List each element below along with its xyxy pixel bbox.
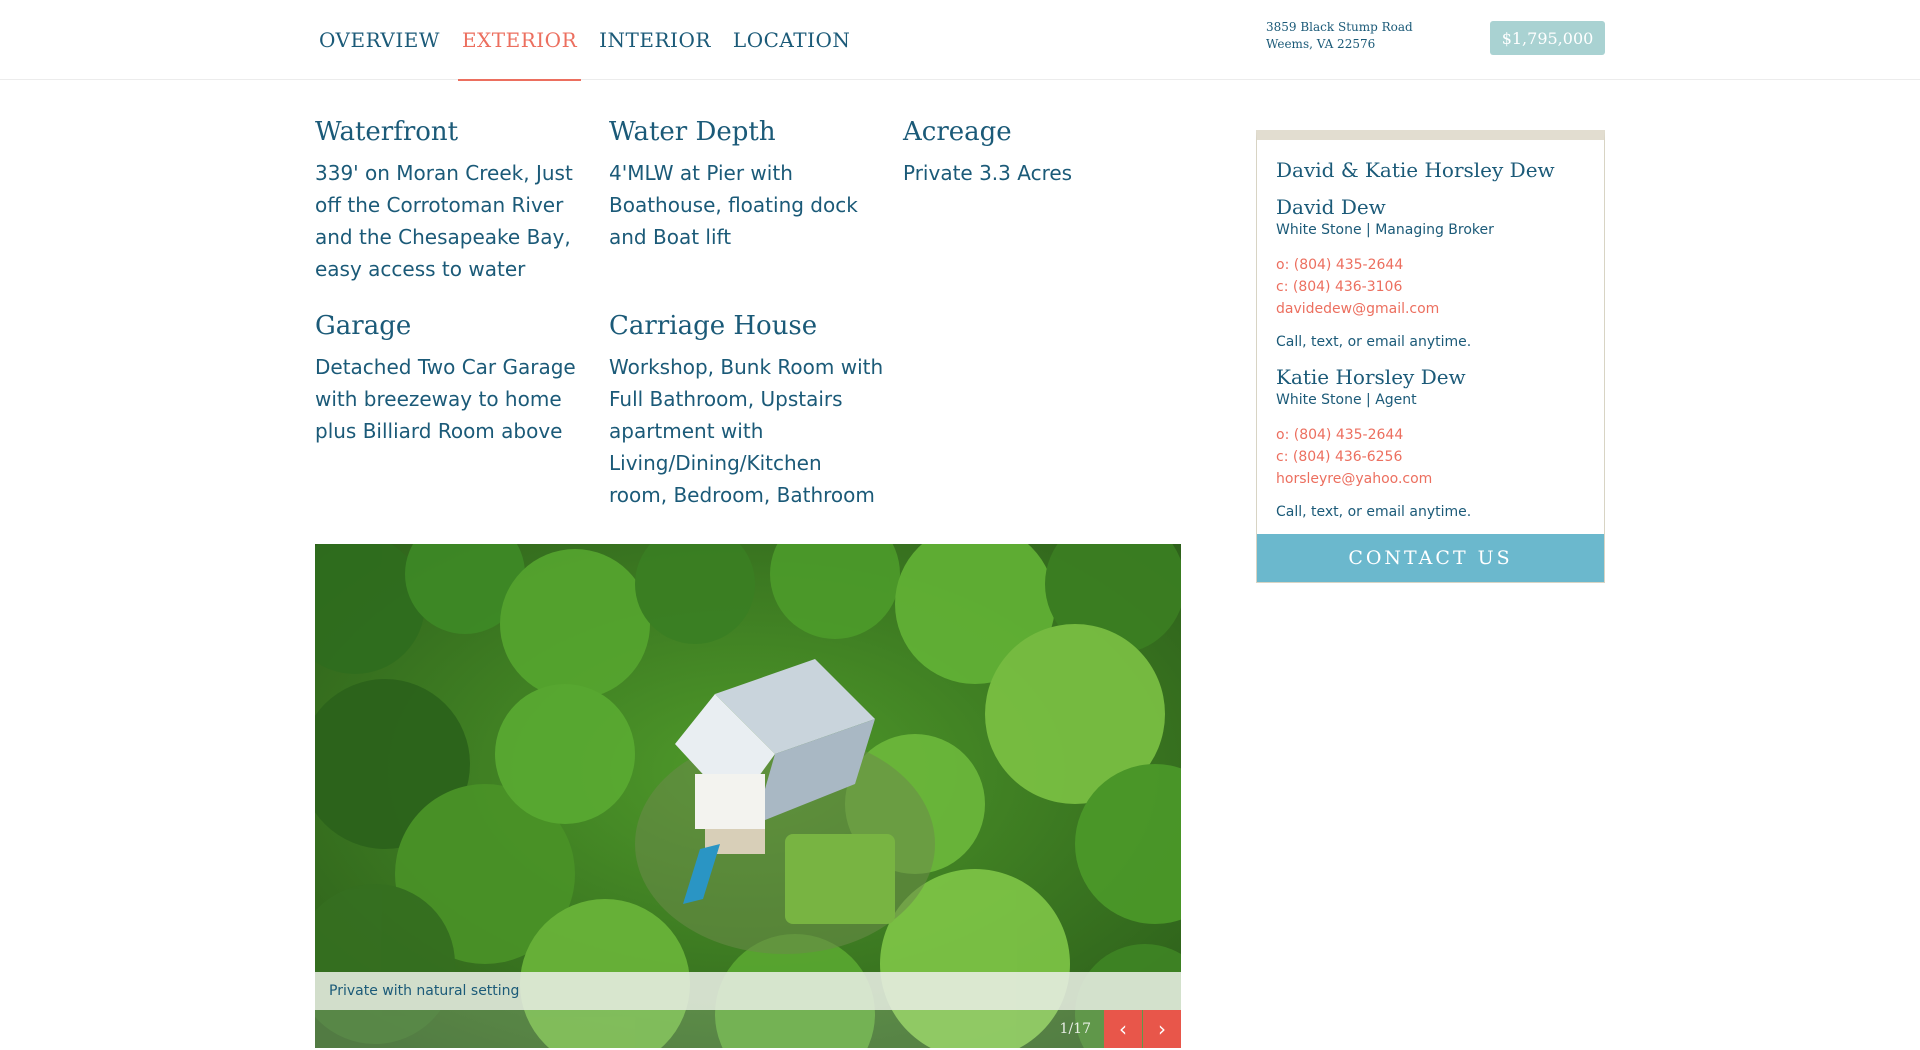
feature-carriage-house: Carriage House Workshop, Bunk Room with …	[609, 309, 903, 511]
office-phone-link[interactable]: o: (804) 435-2644	[1276, 254, 1585, 276]
address-line-1: 3859 Black Stump Road	[1266, 20, 1413, 34]
photo-caption: Private with natural setting	[315, 972, 1181, 1010]
contact-note: Call, text, or email anytime.	[1276, 504, 1472, 520]
chevron-left-icon: ‹	[1119, 1017, 1127, 1041]
feature-title: Carriage House	[609, 311, 818, 341]
photo-gallery[interactable]: Private with natural setting 1/17 ‹ ›	[315, 544, 1181, 1048]
team-name: David & Katie Horsley Dew	[1276, 158, 1555, 182]
feature-waterfront: Waterfront 339' on Moran Creek, Just off…	[315, 115, 609, 285]
top-navigation-bar: OVERVIEW EXTERIOR INTERIOR LOCATION 3859…	[0, 0, 1920, 81]
tab-interior[interactable]: INTERIOR	[599, 0, 711, 80]
agent-role: White Stone | Agent	[1276, 392, 1417, 408]
address-line-2: Weems, VA 22576	[1266, 37, 1376, 51]
email-link[interactable]: davidedew@gmail.com	[1276, 298, 1585, 320]
property-address: 3859 Black Stump Road Weems, VA 22576	[1266, 19, 1413, 53]
agent-block-katie: Katie Horsley Dew White Stone | Agent o:…	[1276, 364, 1585, 520]
agent-contact-card: David & Katie Horsley Dew David Dew Whit…	[1256, 130, 1605, 583]
cell-phone-link[interactable]: c: (804) 436-3106	[1276, 276, 1585, 298]
office-phone-link[interactable]: o: (804) 435-2644	[1276, 424, 1585, 446]
chevron-right-icon: ›	[1158, 1017, 1166, 1041]
feature-title: Waterfront	[315, 117, 459, 147]
property-features: Waterfront 339' on Moran Creek, Just off…	[315, 115, 1195, 511]
tab-overview[interactable]: OVERVIEW	[319, 0, 440, 80]
feature-title: Garage	[315, 311, 412, 341]
feature-text: Detached Two Car Garage with breezeway t…	[315, 355, 576, 443]
feature-acreage: Acreage Private 3.3 Acres	[903, 115, 1183, 285]
next-photo-button[interactable]: ›	[1143, 1010, 1181, 1048]
contact-us-button[interactable]: CONTACT US	[1257, 534, 1604, 582]
feature-text: 4'MLW at Pier with Boathouse, floating d…	[609, 161, 858, 249]
feature-title: Water Depth	[609, 117, 776, 147]
feature-text: 339' on Moran Creek, Just off the Corrot…	[315, 161, 573, 281]
feature-text: Private 3.3 Acres	[903, 161, 1073, 185]
contact-note: Call, text, or email anytime.	[1276, 334, 1472, 350]
tab-exterior[interactable]: EXTERIOR	[457, 0, 582, 81]
feature-text: Workshop, Bunk Room with Full Bathroom, …	[609, 355, 884, 507]
feature-water-depth: Water Depth 4'MLW at Pier with Boathouse…	[609, 115, 903, 285]
price-badge: $1,795,000	[1490, 21, 1605, 55]
agent-role: White Stone | Managing Broker	[1276, 222, 1494, 238]
gallery-controls: 1/17 ‹ ›	[315, 1010, 1181, 1048]
section-tabs: OVERVIEW EXTERIOR INTERIOR LOCATION	[319, 0, 872, 81]
feature-garage: Garage Detached Two Car Garage with bree…	[315, 309, 609, 511]
feature-title: Acreage	[903, 117, 1012, 147]
agent-block-david: David Dew White Stone | Managing Broker …	[1276, 194, 1585, 350]
photo-counter: 1/17	[1059, 1021, 1091, 1037]
agent-name: Katie Horsley Dew	[1276, 365, 1466, 389]
agent-name: David Dew	[1276, 195, 1386, 219]
cell-phone-link[interactable]: c: (804) 436-6256	[1276, 446, 1585, 468]
tab-location[interactable]: LOCATION	[733, 0, 850, 80]
email-link[interactable]: horsleyre@yahoo.com	[1276, 468, 1585, 490]
previous-photo-button[interactable]: ‹	[1104, 1010, 1142, 1048]
